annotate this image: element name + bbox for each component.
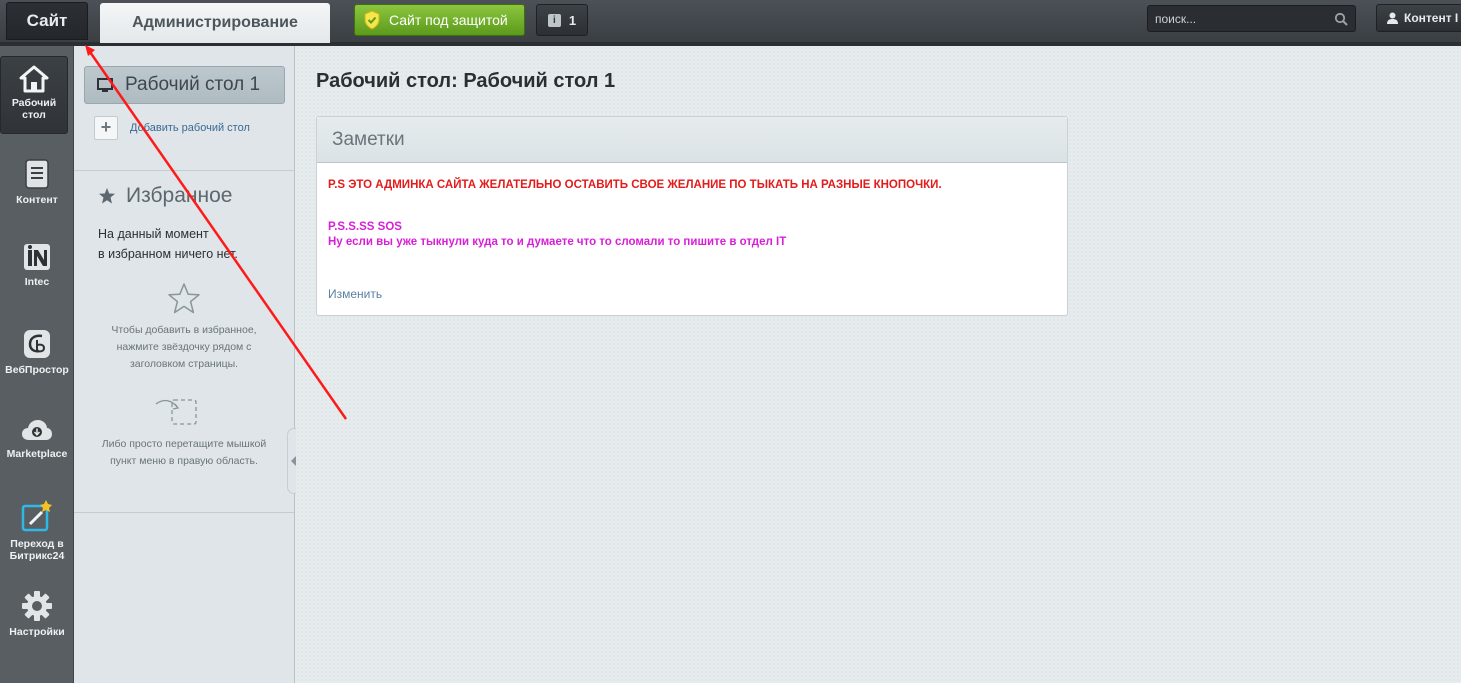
gear-icon — [22, 591, 52, 621]
page-title: Рабочий стол: Рабочий стол 1 — [316, 70, 616, 92]
user-menu-button[interactable]: Контент I — [1376, 4, 1461, 32]
site-protected-button[interactable]: Сайт под защитой — [354, 4, 525, 36]
site-tab[interactable]: Сайт — [6, 2, 88, 40]
sidebar: Рабочий стол 1 + Добавить рабочий стол И… — [74, 46, 295, 683]
note-line-red: P.S ЭТО АДМИНКА САЙТА ЖЕЛАТЕЛЬНО ОСТАВИТ… — [328, 179, 942, 191]
drag-to-area-icon — [155, 399, 197, 425]
star-outline-icon — [168, 283, 200, 314]
nav-label-marketplace: Marketplace — [6, 448, 68, 460]
nav-label-settings: Настройки — [9, 626, 65, 638]
nav-label-desktop: Рабочий стол — [11, 97, 57, 121]
info-icon: i — [547, 13, 561, 27]
nav-item-marketplace[interactable]: Marketplace — [0, 416, 74, 460]
divider — [74, 170, 294, 171]
admin-tab[interactable]: Администрирование — [100, 3, 330, 43]
monitor-icon — [97, 77, 113, 92]
intec-icon — [24, 244, 50, 270]
notifications-button[interactable]: i 1 — [536, 4, 588, 36]
favorites-empty-text: На данный момент в избранном ничего нет. — [98, 224, 238, 264]
nav-item-desktop[interactable]: Рабочий стол — [0, 56, 68, 134]
divider — [74, 512, 294, 513]
nav-item-content[interactable]: Контент — [0, 158, 74, 206]
desktop-tab-label: Рабочий стол 1 — [125, 74, 261, 95]
star-icon — [99, 188, 115, 204]
nav-label-webprostor: ВебПростор — [5, 364, 69, 376]
main-area: Рабочий стол: Рабочий стол 1 Заметки P.S… — [296, 46, 1461, 683]
search-icon[interactable] — [1334, 12, 1348, 26]
add-desktop-label[interactable]: Добавить рабочий стол — [130, 122, 250, 134]
favorites-empty-line2: в избранном ничего нет. — [98, 247, 238, 261]
home-icon — [19, 65, 49, 93]
plus-icon[interactable]: + — [94, 116, 118, 140]
document-icon — [25, 159, 49, 189]
note-line-pink-2: Ну если вы уже тыкнули куда то и думаете… — [328, 236, 787, 248]
desktop-tab[interactable]: Рабочий стол 1 — [84, 66, 285, 104]
favorites-empty-line1: На данный момент — [98, 227, 209, 241]
nav-item-settings[interactable]: Настройки — [0, 590, 74, 638]
nav-item-bitrix24[interactable]: Переход в Битрикс24 — [0, 498, 74, 562]
shield-icon — [364, 10, 380, 30]
notifications-count: 1 — [568, 12, 577, 28]
search-box[interactable] — [1147, 5, 1356, 32]
user-label: Контент I — [1404, 11, 1459, 25]
left-nav: Рабочий стол Контент Intec ВебПростор Ma… — [0, 46, 74, 683]
site-protected-label: Сайт под защитой — [389, 12, 508, 28]
nav-item-intec[interactable]: Intec — [0, 242, 74, 288]
notes-header[interactable]: Заметки — [317, 117, 1067, 163]
top-bar: Сайт Администрирование Сайт под защитой … — [0, 0, 1461, 46]
add-desktop-button[interactable]: + Добавить рабочий стол — [94, 116, 250, 140]
nav-label-content: Контент — [16, 194, 58, 206]
notes-widget: Заметки P.S ЭТО АДМИНКА САЙТА ЖЕЛАТЕЛЬНО… — [316, 116, 1068, 316]
bitrix24-icon — [21, 500, 52, 532]
note-line-pink-1: P.S.S.SS SOS — [328, 221, 402, 233]
webprostor-icon — [24, 330, 50, 358]
favorites-hint-drag: Либо просто перетащите мышкой пункт меню… — [101, 438, 267, 467]
nav-item-webprostor[interactable]: ВебПростор — [0, 328, 74, 376]
nav-label-bitrix24: Переход в Битрикс24 — [9, 538, 65, 562]
favorites-hint-star: Чтобы добавить в избранное, нажмите звёз… — [111, 324, 257, 370]
favorites-title: Избранное — [98, 184, 232, 208]
search-input[interactable] — [1148, 11, 1318, 26]
notes-edit-link[interactable]: Изменить — [328, 287, 382, 301]
user-icon — [1387, 12, 1398, 24]
favorites-title-label: Избранное — [126, 184, 233, 207]
nav-label-intec: Intec — [24, 276, 50, 288]
cloud-download-icon — [22, 420, 52, 440]
